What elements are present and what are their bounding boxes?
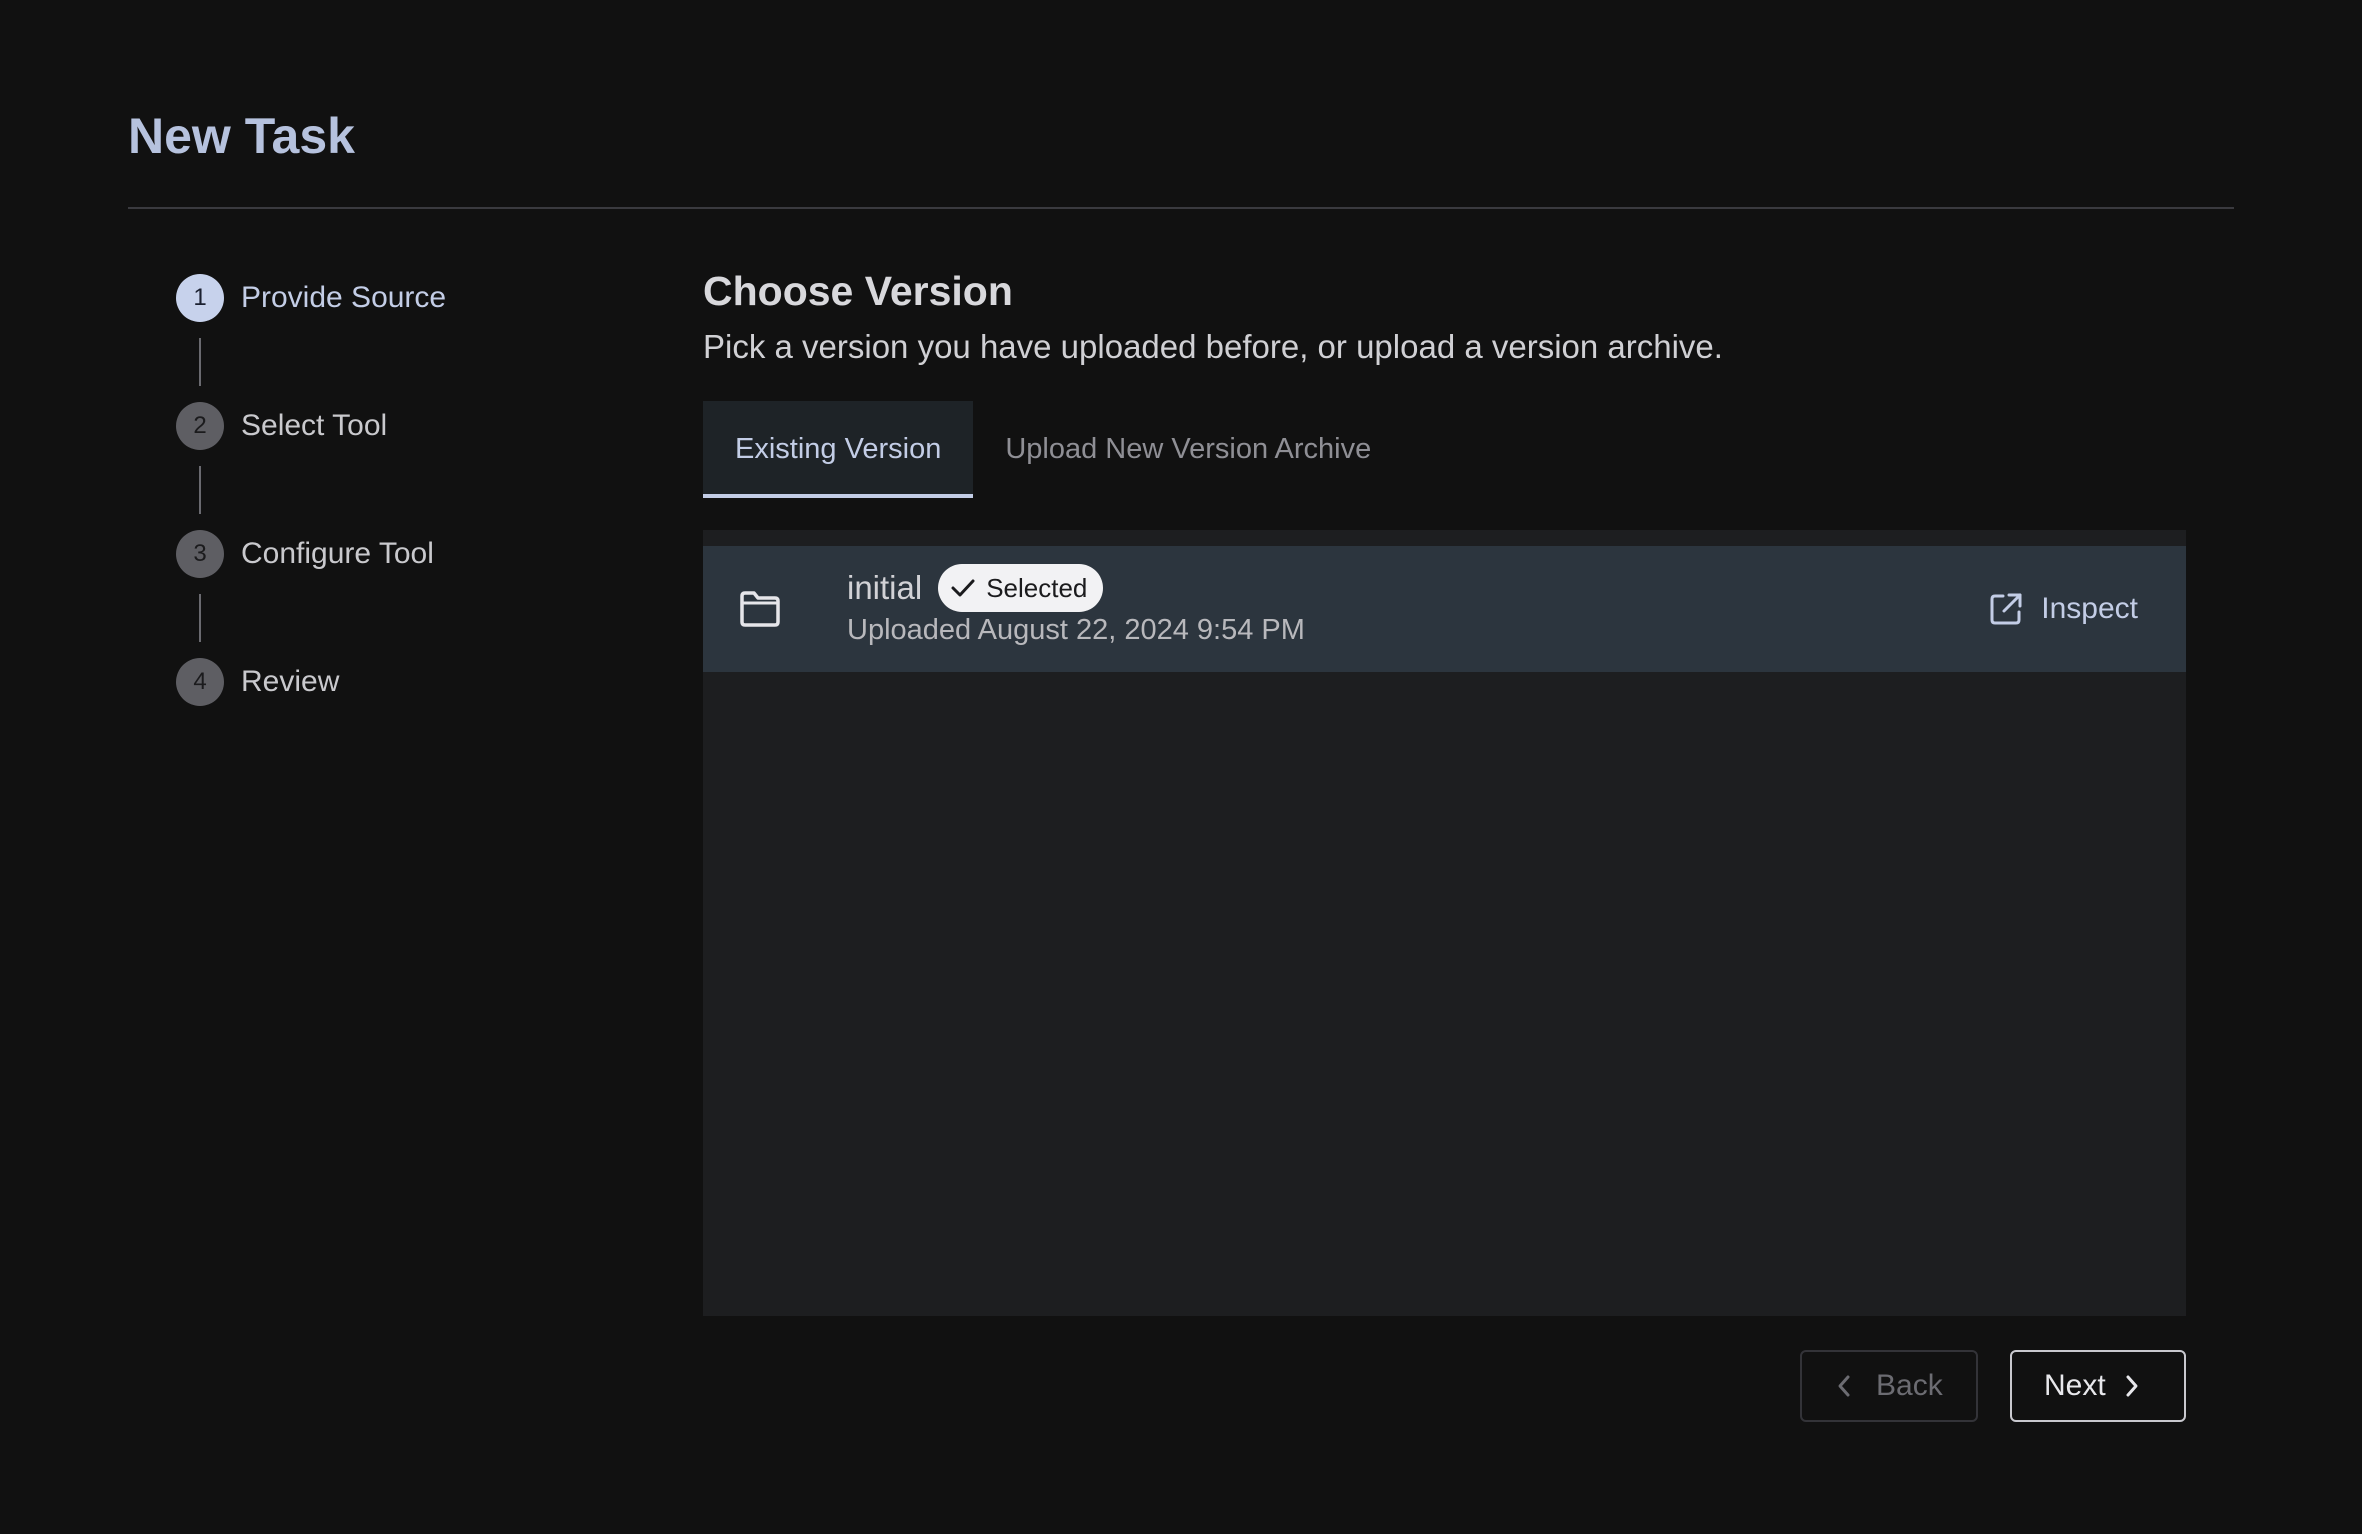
step-number-badge: 2	[176, 402, 224, 450]
next-button[interactable]: Next	[2010, 1350, 2186, 1422]
chevron-left-icon	[1838, 1375, 1850, 1397]
step-review[interactable]: 4 Review	[176, 658, 339, 706]
version-row-initial[interactable]: initial Selected Uploaded August 22, 202…	[703, 546, 2186, 672]
header-divider	[128, 207, 2234, 209]
step-label: Review	[241, 665, 340, 698]
inspect-button[interactable]: Inspect	[1989, 586, 2138, 632]
main-content: Choose Version Pick a version you have u…	[703, 262, 2186, 1316]
step-label: Select Tool	[241, 409, 388, 442]
tab-upload-new-version-archive[interactable]: Upload New Version Archive	[973, 401, 1403, 498]
version-tabs: Existing Version Upload New Version Arch…	[703, 401, 1403, 498]
page-title: New Task	[128, 108, 355, 164]
selected-badge: Selected	[938, 564, 1104, 612]
next-button-label: Next	[2044, 1369, 2106, 1402]
selected-badge-label: Selected	[986, 572, 1088, 603]
tab-existing-version[interactable]: Existing Version	[703, 401, 974, 498]
step-label: Configure Tool	[241, 537, 434, 570]
step-connector	[199, 466, 201, 514]
external-link-icon	[1990, 593, 2022, 625]
step-connector	[199, 594, 201, 642]
step-number-badge: 1	[176, 274, 224, 322]
step-label: Provide Source	[241, 281, 447, 314]
back-button[interactable]: Back	[1800, 1350, 1978, 1422]
step-number-badge: 4	[176, 658, 224, 706]
inspect-button-label: Inspect	[2041, 592, 2138, 625]
chevron-right-icon	[2126, 1375, 2138, 1397]
version-upload-date: Uploaded August 22, 2024 9:54 PM	[847, 614, 1305, 646]
step-provide-source[interactable]: 1 Provide Source	[176, 274, 446, 322]
step-connector	[199, 338, 201, 386]
step-number-badge: 3	[176, 530, 224, 578]
version-name: initial	[847, 569, 923, 606]
section-title: Choose Version	[703, 268, 1013, 314]
step-select-tool[interactable]: 2 Select Tool	[176, 402, 387, 450]
back-button-label: Back	[1876, 1369, 1943, 1402]
step-configure-tool[interactable]: 3 Configure Tool	[176, 530, 434, 578]
check-icon	[951, 579, 975, 597]
section-subtitle: Pick a version you have uploaded before,…	[703, 328, 1723, 365]
folder-icon	[740, 591, 780, 627]
version-list: initial Selected Uploaded August 22, 202…	[703, 530, 2186, 1316]
